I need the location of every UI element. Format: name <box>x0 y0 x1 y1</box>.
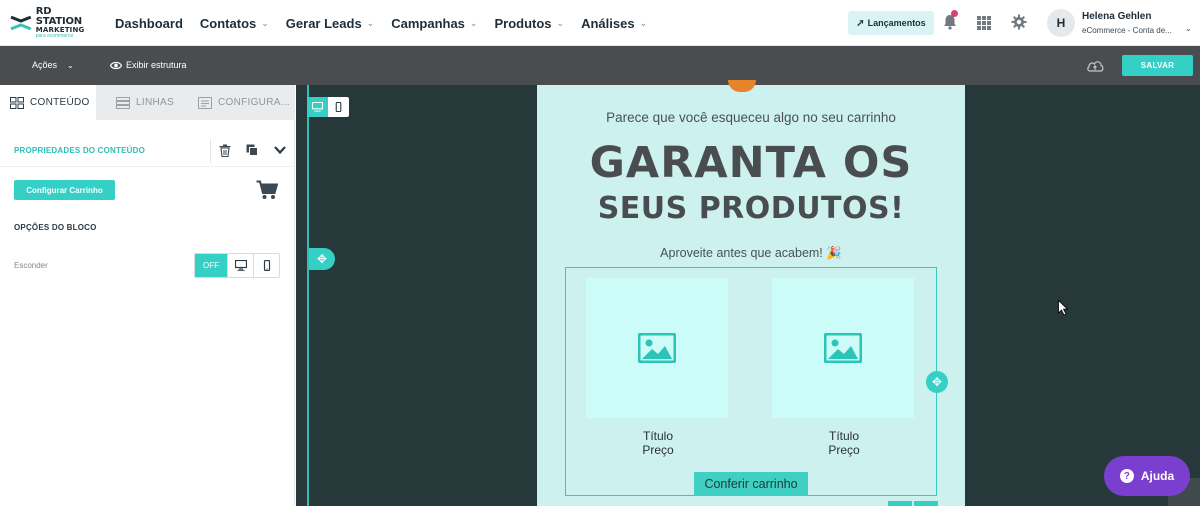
product-image-1[interactable] <box>586 278 728 418</box>
tab-conteudo[interactable]: CONTEÚDO <box>0 85 96 120</box>
rows-icon <box>116 96 130 109</box>
chevron-down-icon: ⌄ <box>556 17 565 28</box>
logo-line-1: RD STATION <box>35 6 82 27</box>
product-image-2[interactable] <box>772 278 914 418</box>
block-options-title: OPÇÕES DO BLOCO <box>14 223 97 232</box>
gear-icon[interactable] <box>1011 14 1027 30</box>
move-block-handle[interactable]: ✥ <box>926 371 948 393</box>
actions-label: Ações <box>32 60 58 70</box>
nav-item-label: Gerar Leads <box>285 15 362 31</box>
desktop-icon <box>234 260 247 271</box>
image-placeholder-icon <box>824 333 862 363</box>
chevron-down-icon: ⌄ <box>366 17 375 28</box>
show-structure-toggle[interactable]: Exibir estrutura <box>110 60 187 70</box>
mobile-preview-button[interactable] <box>328 97 349 117</box>
panel-tabs: CONTEÚDO LINHAS CONFIGURA... <box>0 85 295 120</box>
block-action-handle[interactable] <box>888 501 912 506</box>
nav-item-dashboard[interactable]: Dashboard <box>115 16 183 31</box>
help-label: Ajuda <box>1140 469 1175 483</box>
help-button[interactable]: ? Ajuda <box>1104 456 1190 496</box>
divider <box>210 139 211 163</box>
tab-label: CONFIGURA... <box>218 97 290 108</box>
settings-doc-icon <box>198 96 212 109</box>
mouse-cursor-icon <box>1058 300 1068 316</box>
avatar-initial: H <box>1056 16 1066 30</box>
main-menu: Dashboard Contatos ⌄ Gerar Leads ⌄ Campanh… <box>115 0 664 46</box>
show-structure-label: Exibir estrutura <box>126 60 187 70</box>
chevron-down-icon: ⌄ <box>67 60 74 70</box>
mobile-icon <box>335 102 342 112</box>
nav-item-label: Produtos <box>494 15 552 31</box>
email-headline-2[interactable]: SEUS PRODUTOS! <box>537 192 965 225</box>
editor-toolbar: Ações ⌄ Exibir estrutura SALVAR <box>0 46 1200 85</box>
preview-device-toggle <box>307 97 349 117</box>
content-properties-header: PROPRIEDADES DO CONTEÚDO <box>0 135 295 167</box>
hide-off-button[interactable]: OFF <box>195 254 227 277</box>
top-navigation: RD STATION MARKETING para ecommerce Dash… <box>0 0 1200 46</box>
notification-dot <box>951 10 958 17</box>
chevron-down-icon[interactable]: ⌄ <box>1185 24 1192 33</box>
mobile-icon <box>263 260 270 271</box>
nav-item-campanhas[interactable]: Campanhas ⌄ <box>391 16 477 31</box>
hide-label: Esconder <box>14 261 48 270</box>
cloud-upload-icon[interactable] <box>1086 59 1104 73</box>
selection-outline <box>307 85 309 506</box>
desktop-preview-button[interactable] <box>307 97 328 117</box>
tab-label: CONTEÚDO <box>30 97 90 108</box>
nav-item-label: Dashboard <box>115 15 183 31</box>
user-name[interactable]: Helena Gehlen <box>1082 11 1151 22</box>
nav-item-contatos[interactable]: Contatos ⌄ <box>200 16 269 31</box>
product-price-1[interactable]: Preço <box>587 443 729 457</box>
move-row-handle[interactable]: ✥ <box>309 248 335 270</box>
launches-button[interactable]: ➚ Lançamentos <box>848 11 934 35</box>
apps-grid-icon[interactable] <box>977 16 991 30</box>
launches-label: Lançamentos <box>867 18 926 28</box>
check-cart-button[interactable]: Conferir carrinho <box>694 472 808 496</box>
content-grid-icon <box>10 96 24 109</box>
configure-cart-button[interactable]: Configurar Carrinho <box>14 180 115 200</box>
eye-icon <box>110 61 122 69</box>
product-price-2[interactable]: Preço <box>773 443 915 457</box>
actions-dropdown[interactable]: Ações ⌄ <box>32 60 74 70</box>
tab-configuracoes[interactable]: CONFIGURA... <box>198 85 295 120</box>
email-subtitle[interactable]: Parece que você esqueceu algo no seu car… <box>537 110 965 125</box>
rocket-icon: ➚ <box>856 17 865 29</box>
save-button[interactable]: SALVAR <box>1122 55 1193 76</box>
chevron-down-icon: ⌄ <box>469 17 478 28</box>
rd-station-logo[interactable]: RD STATION MARKETING para ecommerce <box>10 6 100 39</box>
chevron-down-icon: ⌄ <box>261 17 269 28</box>
question-icon: ? <box>1119 469 1134 483</box>
desktop-icon <box>312 102 323 112</box>
cart-icon <box>256 180 278 199</box>
nav-item-label: Análises <box>581 15 635 31</box>
nav-item-analises[interactable]: Análises ⌄ <box>581 16 647 31</box>
trash-icon[interactable] <box>219 144 231 157</box>
nav-item-gerar-leads[interactable]: Gerar Leads ⌄ <box>286 16 374 31</box>
image-placeholder-icon <box>638 333 676 363</box>
tab-label: LINHAS <box>136 97 174 108</box>
block-action-handle[interactable] <box>914 501 938 506</box>
hide-mobile-button[interactable] <box>253 254 279 277</box>
email-hint[interactable]: Aproveite antes que acabem! 🎉 <box>537 246 965 261</box>
tab-linhas[interactable]: LINHAS <box>116 85 196 120</box>
nav-item-label: Campanhas <box>391 15 465 31</box>
rd-logo-icon <box>10 15 32 31</box>
email-headline-1[interactable]: GARANTA OS <box>537 139 965 187</box>
logo-line-3: para ecommerce <box>35 33 74 39</box>
hide-desktop-button[interactable] <box>227 254 253 277</box>
user-account[interactable]: eCommerce - Conta de... <box>1082 26 1172 35</box>
duplicate-icon[interactable] <box>246 144 258 156</box>
properties-panel: CONTEÚDO LINHAS CONFIGURA... PROPRIEDADE… <box>0 85 295 506</box>
hide-device-toggle: OFF <box>194 253 280 278</box>
product-title-1[interactable]: Título <box>587 429 729 443</box>
nav-item-label: Contatos <box>199 15 257 31</box>
product-title-2[interactable]: Título <box>773 429 915 443</box>
chevron-down-icon[interactable] <box>273 144 287 156</box>
avatar[interactable]: H <box>1047 9 1075 37</box>
chevron-down-icon: ⌄ <box>639 17 648 28</box>
content-properties-title: PROPRIEDADES DO CONTEÚDO <box>14 146 146 155</box>
nav-item-produtos[interactable]: Produtos ⌄ <box>494 16 564 31</box>
